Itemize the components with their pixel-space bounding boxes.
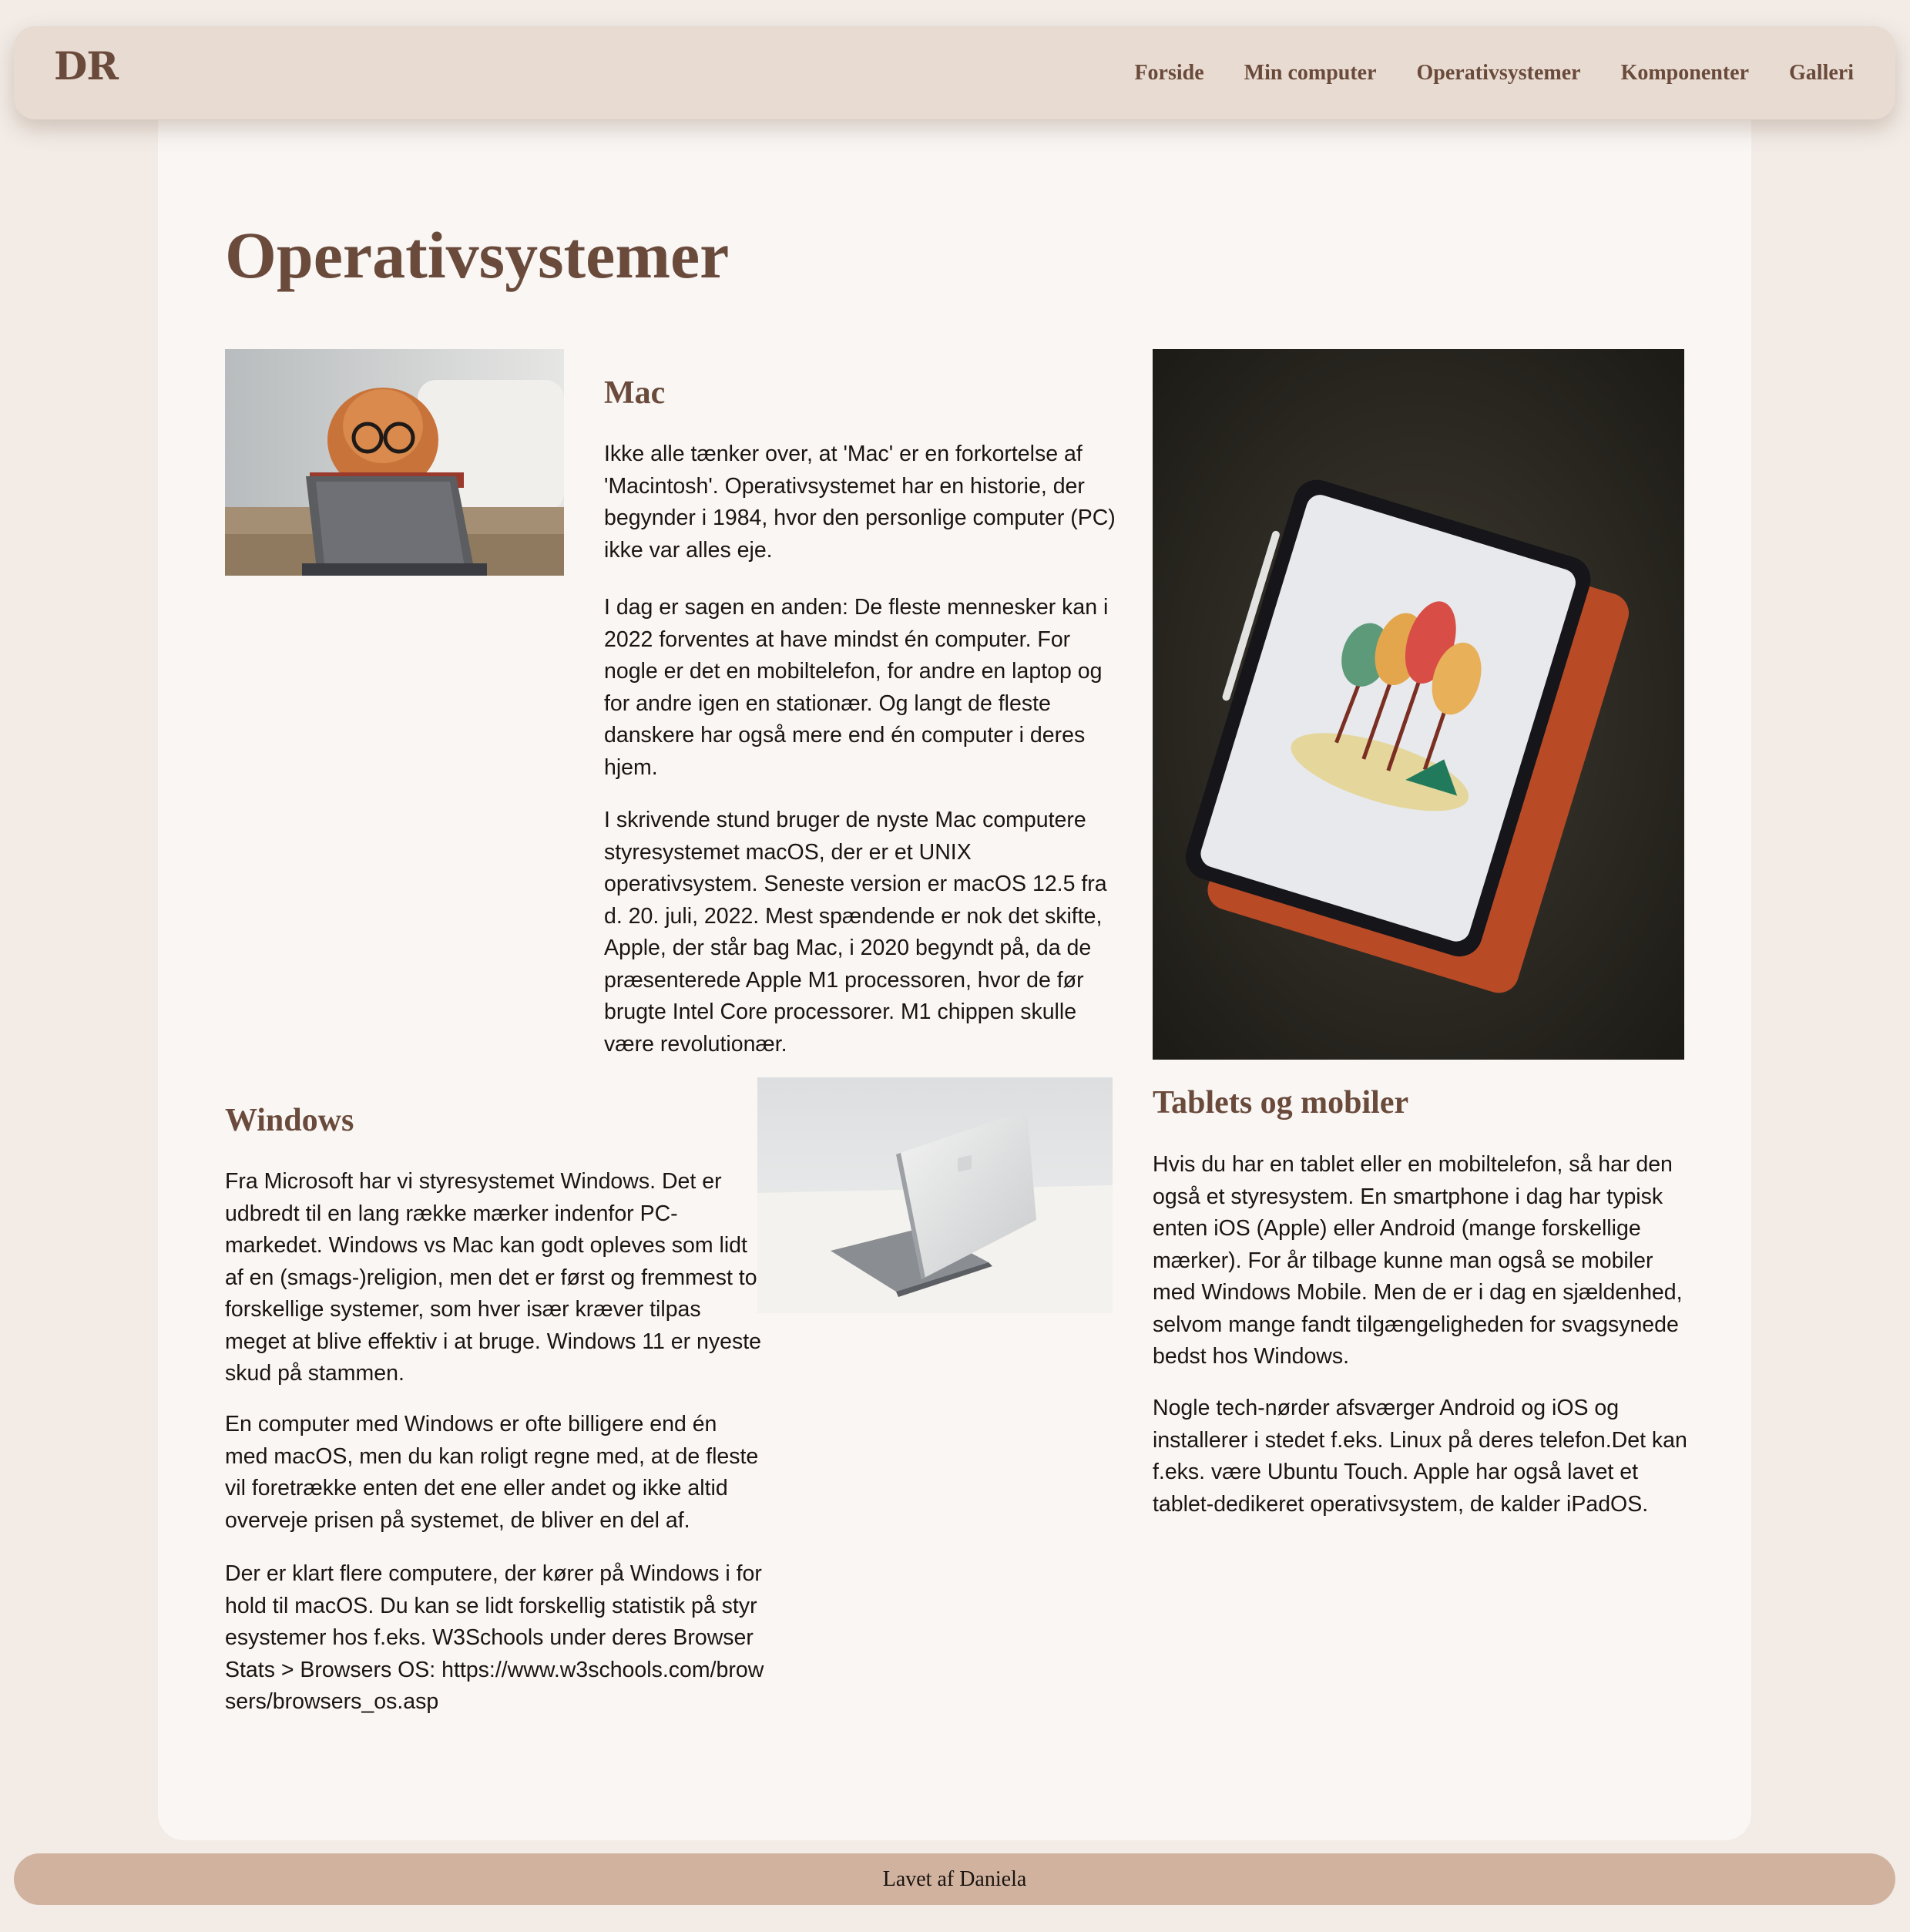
tablets-paragraph-1: Hvis du har en tablet eller en mobiltele… — [1153, 1152, 1683, 1369]
site-logo[interactable]: DR — [54, 43, 119, 89]
nav-link-operativsystemer[interactable]: Operativsystemer — [1417, 61, 1581, 86]
nav-link-komponenter[interactable]: Komponenter — [1621, 61, 1749, 86]
windows-paragraph-3: Der er klart flere computere, der kører … — [225, 1561, 764, 1714]
tablet-on-orange-case-image — [1153, 349, 1684, 1060]
section-title-tablets: Tablets og mobiler — [1153, 1085, 1409, 1121]
windows-paragraph-2: En computer med Windows er ofte billiger… — [225, 1412, 759, 1533]
page-title: Operativsystemer — [225, 218, 730, 292]
site-footer: Lavet af Daniela — [14, 1853, 1895, 1905]
nav-link-forside[interactable]: Forside — [1134, 61, 1203, 86]
footer-text: Lavet af Daniela — [882, 1866, 1027, 1891]
main-nav: Forside Min computer Operativsystemer Ko… — [1134, 61, 1854, 86]
nav-link-galleri[interactable]: Galleri — [1789, 61, 1854, 86]
section-title-windows: Windows — [225, 1103, 354, 1138]
mac-paragraph-1: Ikke alle tænker over, at 'Mac' er en fo… — [604, 442, 1116, 563]
section-title-mac: Mac — [604, 375, 666, 411]
mac-paragraph-3: I skrivende stund bruger de nyste Mac co… — [604, 808, 1107, 1057]
windows-paragraph-1: Fra Microsoft har vi styresystemet Windo… — [225, 1169, 761, 1386]
nav-link-min-computer[interactable]: Min computer — [1244, 61, 1377, 86]
mac-paragraph-2: I dag er sagen en anden: De fleste menne… — [604, 595, 1109, 780]
tablets-paragraph-2: Nogle tech-nørder afsværger Android og i… — [1153, 1396, 1687, 1517]
dog-with-glasses-laptop-image — [225, 349, 564, 576]
site-header: DR Forside Min computer Operativsystemer… — [14, 26, 1895, 119]
silver-laptop-image — [757, 1077, 1113, 1313]
content-card: Operativsystemer Mac Ikke alle tænker ov… — [158, 120, 1751, 1840]
